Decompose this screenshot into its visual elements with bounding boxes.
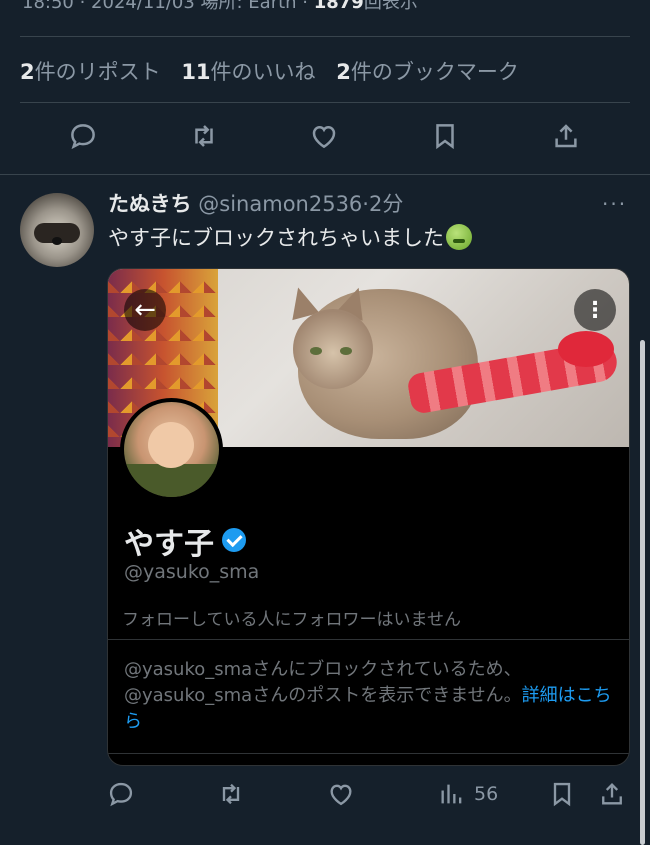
reply-icon[interactable] [65, 118, 101, 154]
view-count-label: 回表示 [363, 0, 418, 13]
repost-icon[interactable] [217, 778, 245, 810]
followers-you-know-text: フォローしている人にフォロワーはいません [122, 610, 461, 630]
share-icon[interactable] [598, 778, 626, 810]
like-icon[interactable] [306, 118, 342, 154]
views-icon[interactable]: 56 [438, 778, 498, 810]
post-action-bar [0, 118, 630, 158]
view-count: 1879 [313, 0, 364, 13]
share-icon[interactable] [548, 118, 584, 154]
banner-cat-head [293, 309, 373, 389]
profile-avatar[interactable] [120, 398, 223, 501]
avatar-shirt [124, 464, 219, 497]
like-icon[interactable] [327, 778, 355, 810]
tweet-header: たぬきち @sinamon2536·2分 [108, 188, 403, 218]
like-count[interactable]: 11件のいいね [181, 60, 315, 84]
blocked-notice-line2: @yasuko_smaさんのポストを表示できません。 [124, 685, 522, 706]
divider [108, 639, 629, 640]
attached-image-card[interactable]: ← ⋮ やす子 @yasuko_sma フォローしている人にフォロワーはいません… [107, 268, 630, 766]
divider [20, 36, 630, 37]
banner-cat-eye [310, 347, 322, 355]
kebab-menu-icon[interactable]: ⋮ [574, 289, 616, 331]
back-arrow-icon[interactable]: ← [124, 289, 166, 331]
tweet-time[interactable]: 2分 [369, 192, 403, 216]
banner-shrimp-head [558, 331, 614, 367]
engagement-stats: 2件のリポスト 11件のいいね 2件のブックマーク [20, 56, 533, 86]
more-options-icon[interactable]: ··· [602, 192, 627, 216]
verified-badge-icon [222, 528, 246, 552]
profile-name-text: やす子 [124, 527, 214, 562]
post-timestamp: 18:50 · 2024/11/03 場所: Earth · [22, 0, 314, 13]
avatar[interactable] [20, 193, 94, 267]
repost-icon[interactable] [186, 118, 222, 154]
reply-action-bar: 56 [0, 778, 650, 814]
separator: · [362, 192, 369, 216]
nauseated-face-emoji-icon [446, 224, 472, 250]
profile-handle: @yasuko_sma [124, 561, 260, 583]
post-meta: 18:50 · 2024/11/03 場所: Earth · 1879回表示 [22, 0, 418, 14]
display-name[interactable]: たぬきち [108, 192, 192, 216]
reply-icon[interactable] [107, 778, 135, 810]
scrollbar[interactable] [640, 340, 645, 845]
divider [108, 753, 629, 754]
blocked-notice-line1: @yasuko_smaさんにブロックされているため、 [124, 659, 522, 680]
bookmark-icon[interactable] [427, 118, 463, 154]
avatar-nose [52, 237, 62, 245]
user-handle[interactable]: @sinamon2536 [198, 192, 362, 216]
views-count: 56 [474, 783, 499, 805]
tweet-text: やす子にブロックされちゃいました [108, 222, 472, 252]
banner-cat-eye [340, 347, 352, 355]
bookmark-count[interactable]: 2件のブックマーク [336, 60, 519, 84]
profile-avatar-photo [124, 402, 219, 497]
repost-count[interactable]: 2件のリポスト [20, 60, 161, 84]
profile-name: やす子 [124, 519, 246, 563]
bookmark-icon[interactable] [548, 778, 576, 810]
divider [20, 102, 630, 103]
blocked-notice: @yasuko_smaさんにブロックされているため、 @yasuko_smaさん… [124, 657, 614, 735]
avatar-face [148, 422, 194, 468]
divider [0, 174, 650, 175]
tweet-text-body: やす子にブロックされちゃいました [108, 226, 444, 250]
